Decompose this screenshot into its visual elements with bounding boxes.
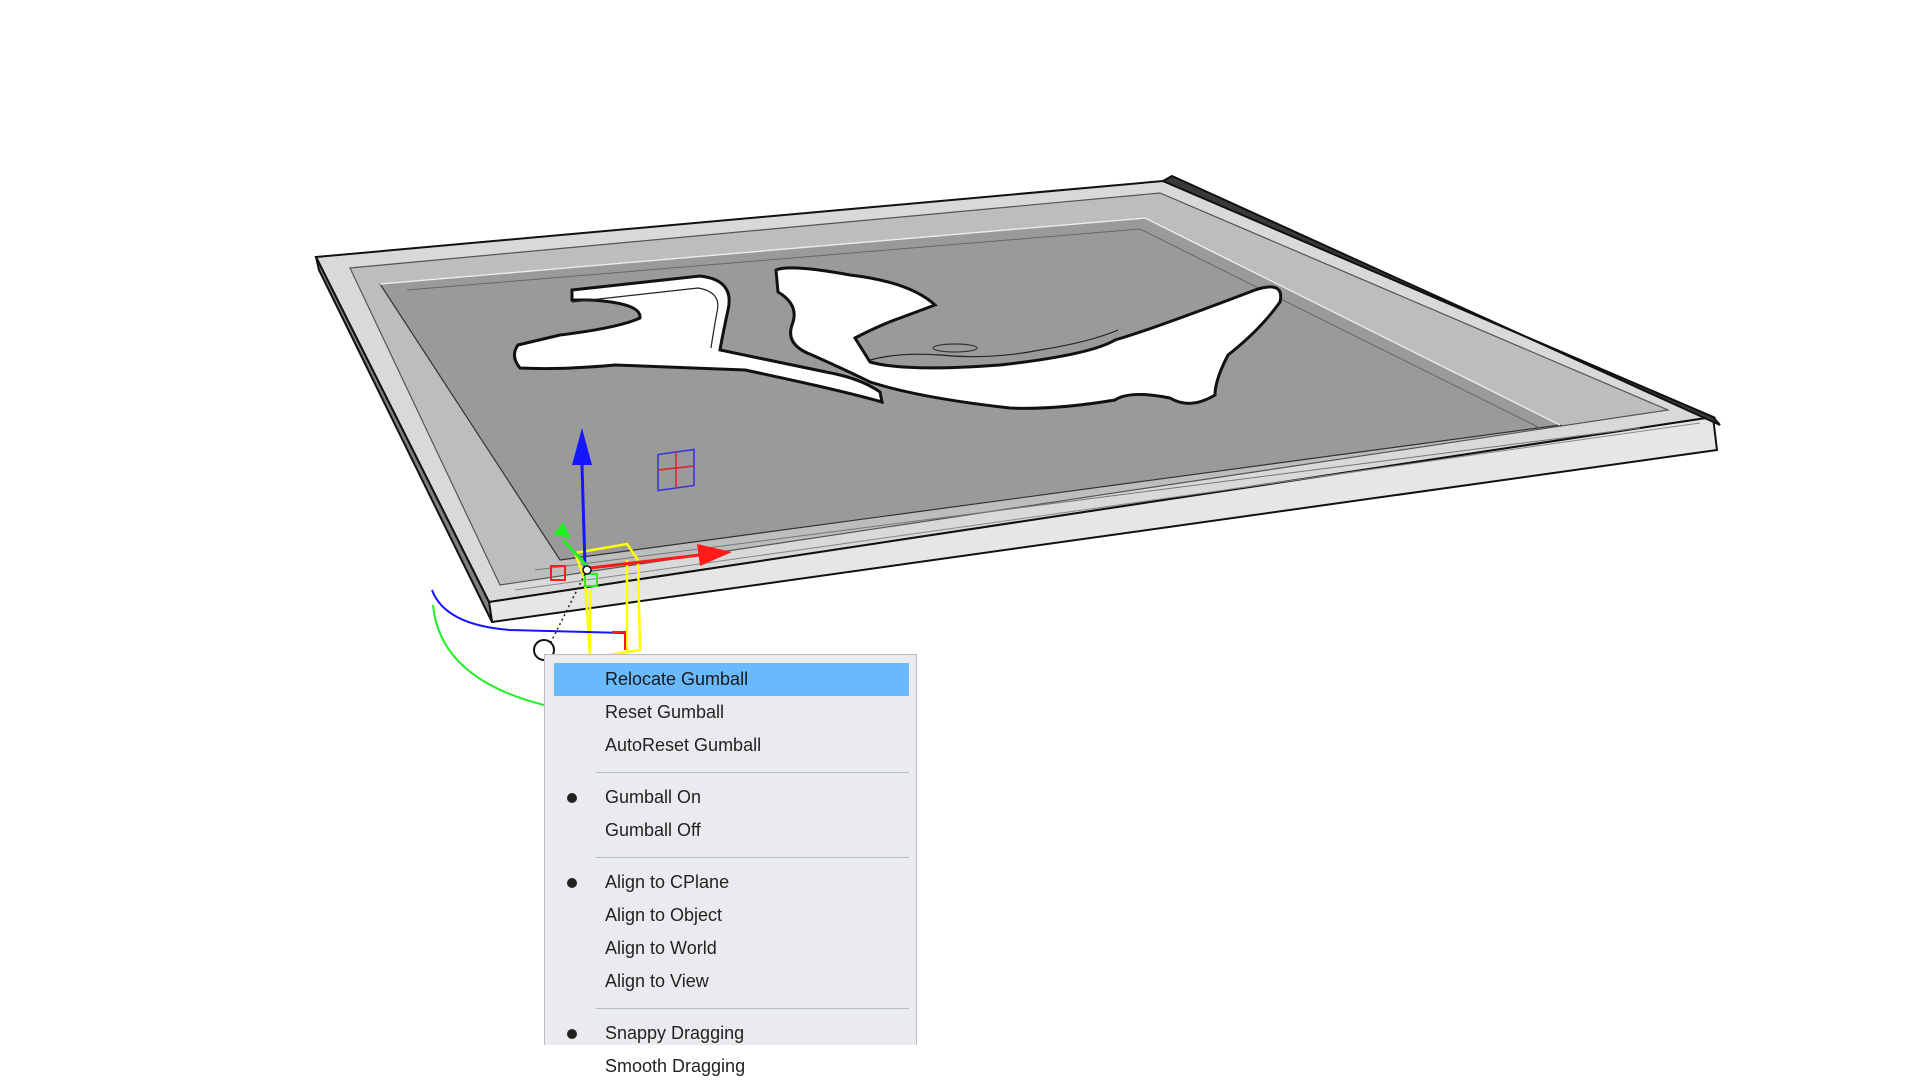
menu-item-snappy-dragging[interactable]: Snappy Dragging: [554, 1017, 909, 1050]
menu-item-smooth-dragging[interactable]: Smooth Dragging: [554, 1050, 909, 1083]
menu-item-label: Smooth Dragging: [605, 1056, 746, 1076]
radio-bullet-icon: [567, 793, 577, 803]
menu-item-autoreset-gumball[interactable]: AutoReset Gumball: [554, 729, 909, 762]
viewport-canvas[interactable]: [0, 0, 1913, 1045]
gumball-origin[interactable]: [582, 565, 592, 575]
menu-item-align-to-view[interactable]: Align to View: [554, 965, 909, 998]
menu-item-gumball-off[interactable]: Gumball Off: [554, 814, 909, 847]
menu-item-label: Align to Object: [605, 905, 723, 925]
menu-item-align-to-world[interactable]: Align to World: [554, 932, 909, 965]
menu-item-label: Relocate Gumball: [605, 669, 749, 689]
menu-separator: [596, 772, 909, 773]
radio-bullet-icon: [567, 878, 577, 888]
menu-item-align-to-object[interactable]: Align to Object: [554, 899, 909, 932]
menu-item-label: AutoReset Gumball: [605, 735, 762, 755]
menu-item-label: Align to CPlane: [605, 872, 730, 892]
menu-item-relocate-gumball[interactable]: Relocate Gumball: [554, 663, 909, 696]
menu-item-gumball-on[interactable]: Gumball On: [554, 781, 909, 814]
menu-item-align-to-cplane[interactable]: Align to CPlane: [554, 866, 909, 899]
gumball-context-menu[interactable]: Relocate Gumball Reset Gumball AutoReset G…: [544, 654, 917, 1076]
rhino-viewport[interactable]: Relocate Gumball Reset Gumball AutoReset G…: [0, 0, 1913, 1076]
menu-item-label: Snappy Dragging: [605, 1023, 745, 1043]
radio-bullet-icon: [567, 1029, 577, 1039]
menu-item-label: Gumball On: [605, 787, 702, 807]
menu-item-label: Reset Gumball: [605, 702, 725, 722]
menu-separator: [596, 1008, 909, 1009]
menu-item-reset-gumball[interactable]: Reset Gumball: [554, 696, 909, 729]
menu-item-label: Align to World: [605, 938, 717, 958]
menu-item-label: Gumball Off: [605, 820, 701, 840]
menu-item-label: Align to View: [605, 971, 709, 991]
menu-separator: [596, 857, 909, 858]
gumball-x-rotation-arc[interactable]: [612, 631, 626, 650]
